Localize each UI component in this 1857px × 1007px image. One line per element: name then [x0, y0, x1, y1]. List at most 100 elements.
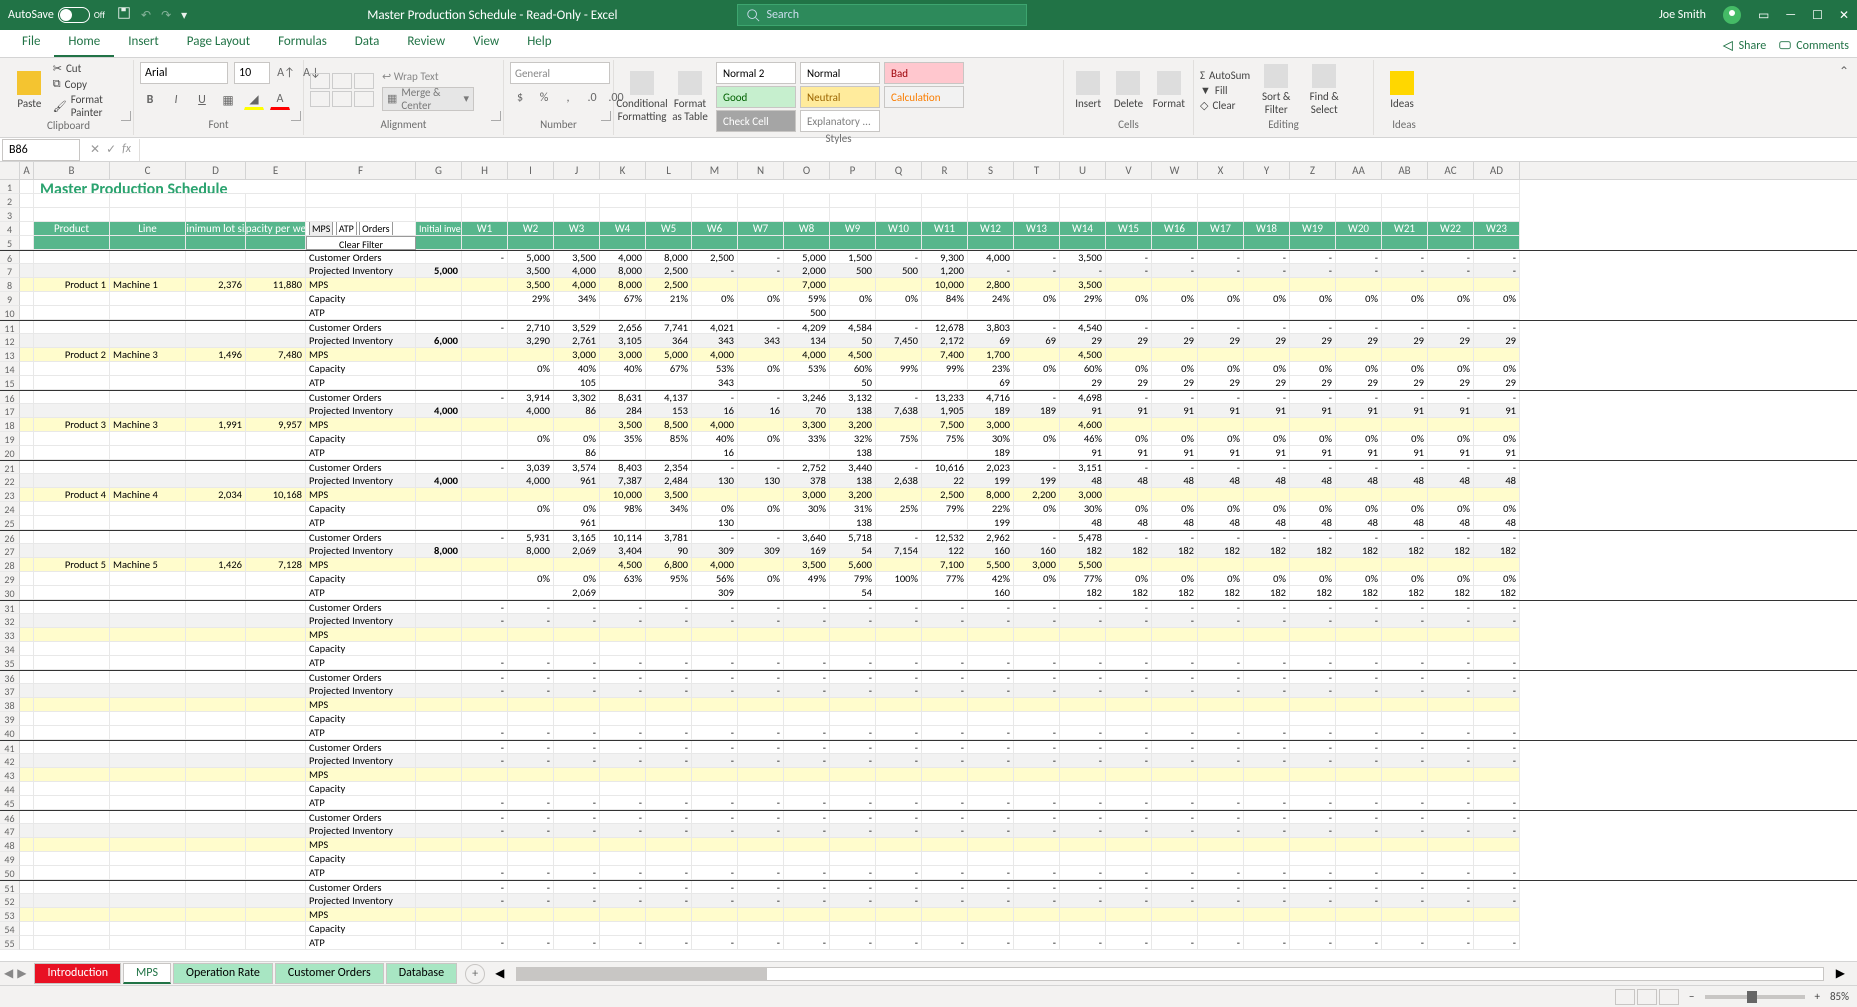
cell[interactable]: 0% — [1244, 292, 1290, 306]
cell[interactable] — [416, 754, 462, 768]
cell[interactable] — [246, 741, 306, 754]
cell[interactable] — [554, 908, 600, 922]
cell[interactable]: - — [922, 811, 968, 824]
cell[interactable]: 3,000 — [784, 488, 830, 502]
horizontal-scrollbar[interactable] — [516, 967, 1823, 981]
cell[interactable] — [692, 698, 738, 712]
cell[interactable] — [110, 474, 186, 488]
cell[interactable] — [876, 278, 922, 292]
ribbon-tab-formulas[interactable]: Formulas — [264, 28, 341, 57]
cell[interactable]: 90 — [646, 544, 692, 558]
cell[interactable]: 4,000 — [554, 278, 600, 292]
cell[interactable]: - — [1106, 754, 1152, 768]
cell[interactable] — [1060, 852, 1106, 866]
cell[interactable] — [1474, 208, 1520, 222]
cell[interactable] — [1382, 782, 1428, 796]
sheet-tab-operation-rate[interactable]: Operation Rate — [173, 963, 273, 984]
cell[interactable] — [1428, 194, 1474, 208]
row-header[interactable]: 9 — [0, 292, 20, 306]
cell[interactable]: 0% — [1106, 292, 1152, 306]
cell[interactable] — [508, 922, 554, 936]
cell[interactable]: W7 — [738, 222, 784, 236]
cell[interactable]: Customer Orders — [306, 391, 416, 404]
cell[interactable]: MPS — [306, 698, 416, 712]
cell[interactable]: - — [554, 811, 600, 824]
cell[interactable]: - — [1244, 671, 1290, 684]
row-header[interactable]: 29 — [0, 572, 20, 586]
cell[interactable] — [968, 838, 1014, 852]
cell[interactable] — [246, 684, 306, 698]
cell[interactable] — [416, 782, 462, 796]
cell[interactable]: 2,800 — [968, 278, 1014, 292]
cell[interactable]: 46% — [1060, 432, 1106, 446]
cell[interactable] — [20, 754, 34, 768]
cell[interactable]: - — [738, 796, 784, 810]
cell[interactable]: - — [738, 824, 784, 838]
cell[interactable] — [1428, 908, 1474, 922]
cell[interactable] — [246, 712, 306, 726]
cell[interactable]: 63% — [600, 572, 646, 586]
cell[interactable]: 0% — [1152, 572, 1198, 586]
cell[interactable] — [1014, 852, 1060, 866]
cell[interactable]: - — [1106, 251, 1152, 264]
cell[interactable] — [876, 488, 922, 502]
cell[interactable] — [922, 236, 968, 250]
cell[interactable] — [1014, 698, 1060, 712]
cell[interactable]: - — [1382, 264, 1428, 278]
cell[interactable] — [416, 292, 462, 306]
cell[interactable] — [554, 838, 600, 852]
cell[interactable] — [784, 376, 830, 390]
autosum-button[interactable]: Σ AutoSum — [1200, 69, 1250, 82]
cell[interactable] — [600, 712, 646, 726]
cell[interactable]: - — [462, 684, 508, 698]
cell[interactable]: 3,165 — [554, 531, 600, 544]
cell[interactable]: - — [554, 614, 600, 628]
cell[interactable] — [246, 866, 306, 880]
cell[interactable] — [110, 306, 186, 320]
cell[interactable] — [646, 642, 692, 656]
cell[interactable]: - — [738, 531, 784, 544]
cell[interactable] — [1336, 194, 1382, 208]
comments-button[interactable]: Comments — [1778, 39, 1849, 53]
cell[interactable] — [1428, 628, 1474, 642]
cell[interactable]: - — [1198, 824, 1244, 838]
cell[interactable]: - — [1428, 726, 1474, 740]
cell[interactable]: Customer Orders — [306, 741, 416, 754]
cell[interactable]: - — [1474, 461, 1520, 474]
cell[interactable] — [34, 881, 110, 894]
cell[interactable]: - — [738, 881, 784, 894]
cell[interactable]: - — [922, 684, 968, 698]
cell[interactable]: 54 — [830, 544, 876, 558]
cell[interactable]: - — [1336, 726, 1382, 740]
cell[interactable] — [416, 671, 462, 684]
cell[interactable]: 343 — [692, 334, 738, 348]
cell[interactable] — [186, 852, 246, 866]
cell[interactable]: W19 — [1290, 222, 1336, 236]
cell[interactable]: - — [646, 881, 692, 894]
cell[interactable]: Customer Orders — [306, 251, 416, 264]
cell[interactable] — [20, 741, 34, 754]
cell[interactable]: - — [738, 251, 784, 264]
cell[interactable] — [922, 922, 968, 936]
cell[interactable]: 961 — [554, 516, 600, 530]
cell[interactable] — [784, 712, 830, 726]
cell[interactable]: - — [1474, 866, 1520, 880]
cell[interactable]: - — [876, 601, 922, 614]
cell[interactable]: - — [1474, 321, 1520, 334]
cell[interactable] — [1382, 838, 1428, 852]
cell[interactable] — [1244, 558, 1290, 572]
cell[interactable]: - — [1152, 684, 1198, 698]
cell[interactable]: - — [968, 894, 1014, 908]
cell[interactable] — [20, 852, 34, 866]
cell[interactable]: 7,000 — [784, 278, 830, 292]
cell[interactable]: - — [1428, 796, 1474, 810]
column-header[interactable]: W — [1152, 162, 1198, 179]
cell[interactable]: 0% — [1198, 292, 1244, 306]
cell[interactable] — [20, 936, 34, 950]
cell[interactable] — [922, 446, 968, 460]
row-header[interactable]: 7 — [0, 264, 20, 278]
cell[interactable]: - — [462, 531, 508, 544]
cell[interactable]: 153 — [646, 404, 692, 418]
cell[interactable]: 3,200 — [830, 488, 876, 502]
column-header[interactable]: K — [600, 162, 646, 179]
